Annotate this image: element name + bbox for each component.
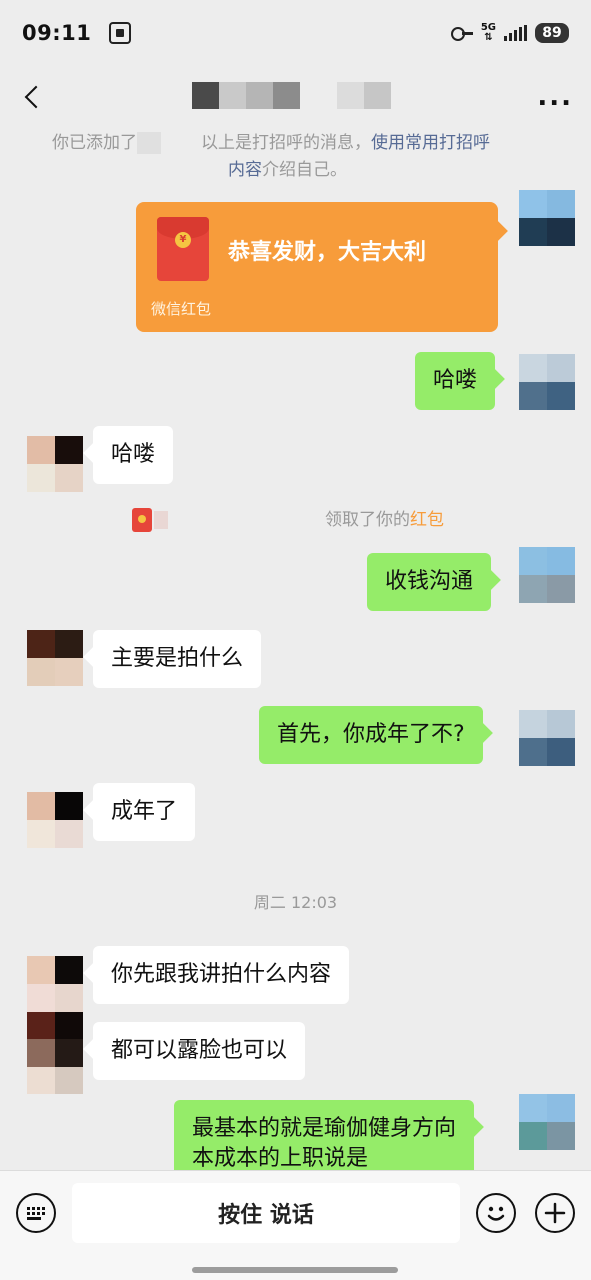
- redacted: [154, 511, 168, 529]
- red-envelope-icon: [132, 508, 152, 532]
- status-bar: 09:11 5G ⇅ 89: [0, 0, 591, 66]
- greeting-template-link[interactable]: 内容: [228, 160, 262, 180]
- message-bubble-other[interactable]: 成年了: [93, 783, 196, 841]
- avatar[interactable]: [519, 354, 575, 410]
- message-bubble-me[interactable]: 收钱沟通: [367, 553, 492, 611]
- message-bubble-other[interactable]: 都可以露脸也可以: [93, 1022, 306, 1080]
- message-bubble-other[interactable]: 哈喽: [93, 426, 174, 484]
- avatar[interactable]: [27, 792, 83, 848]
- emoji-icon[interactable]: [476, 1193, 516, 1233]
- message-line: 本成本的上职说是: [192, 1146, 369, 1170]
- message-bubble-me[interactable]: 最基本的就是瑜伽健身方向 本成本的上职说是: [174, 1100, 475, 1170]
- network-label: 5G: [480, 22, 496, 33]
- system-notice: 你已添加了 以上是打招呼的消息，使用常用打招呼: [52, 130, 490, 157]
- avatar[interactable]: [519, 710, 575, 766]
- avatar[interactable]: [27, 630, 83, 686]
- avatar[interactable]: [27, 1012, 83, 1094]
- network-type: 5G ⇅: [480, 22, 496, 43]
- status-time: 09:11: [22, 21, 92, 45]
- red-packet-received-notice: 领取了你的红包: [132, 506, 444, 534]
- notice-text: 你已添加了: [52, 133, 137, 153]
- message-bubble-me[interactable]: 首先，你成年了不?: [259, 706, 483, 764]
- scan-icon: [109, 22, 132, 44]
- signal-icon: [504, 25, 527, 41]
- battery-icon: 89: [535, 23, 569, 43]
- red-packet-message[interactable]: 恭喜发财，大吉大利 微信红包: [136, 202, 498, 332]
- received-label: 领取了你的: [325, 510, 410, 530]
- system-notice-line2: 内容介绍自己。: [228, 157, 347, 184]
- input-bar: 按住 说话: [0, 1170, 591, 1280]
- message-bubble-other[interactable]: 主要是拍什么: [93, 630, 262, 688]
- contact-name-redacted: [192, 82, 391, 109]
- status-left: 09:11: [22, 21, 132, 45]
- more-icon[interactable]: ...: [537, 84, 573, 110]
- key-icon: [450, 26, 473, 41]
- timestamp: 周二 12:03: [253, 893, 338, 912]
- greeting-template-link[interactable]: 使用常用打招呼: [371, 133, 490, 153]
- notice-text: 以上是打招呼的消息，: [201, 133, 371, 153]
- redacted-name: [137, 132, 161, 154]
- status-right: 5G ⇅ 89: [450, 22, 569, 43]
- chat-area[interactable]: 你已添加了 以上是打招呼的消息，使用常用打招呼 内容介绍自己。 恭喜发财，大吉大利…: [0, 128, 591, 1170]
- message-bubble-other[interactable]: 你先跟我讲拍什么内容: [93, 946, 350, 1004]
- plus-icon[interactable]: [535, 1193, 575, 1233]
- chat-header: ...: [0, 66, 591, 128]
- home-indicator[interactable]: [192, 1267, 398, 1273]
- received-text: 领取了你的红包: [325, 506, 444, 534]
- red-packet-label: 微信红包: [151, 300, 212, 318]
- avatar[interactable]: [519, 547, 575, 603]
- avatar[interactable]: [519, 1094, 575, 1150]
- notice-text: 介绍自己。: [262, 160, 347, 180]
- red-packet-link[interactable]: 红包: [410, 510, 444, 530]
- red-packet-greeting: 恭喜发财，大吉大利: [228, 240, 427, 265]
- avatar[interactable]: [27, 436, 83, 492]
- avatar[interactable]: [27, 956, 83, 1012]
- hold-to-talk-button[interactable]: 按住 说话: [72, 1183, 460, 1243]
- back-icon[interactable]: [18, 83, 46, 111]
- avatar[interactable]: [519, 190, 575, 246]
- message-bubble-me[interactable]: 哈喽: [415, 352, 496, 410]
- red-envelope-icon: [157, 217, 209, 281]
- keyboard-icon[interactable]: [16, 1193, 56, 1233]
- message-line: 最基本的就是瑜伽健身方向: [192, 1116, 457, 1141]
